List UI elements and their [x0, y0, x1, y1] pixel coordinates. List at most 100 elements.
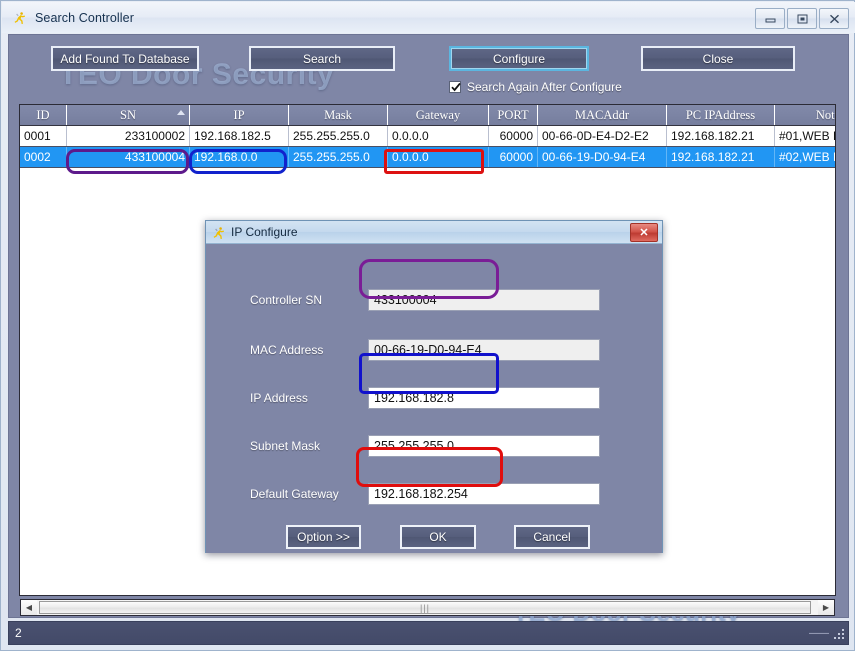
cell-ip: 192.168.0.0: [189, 146, 289, 168]
controller-sn-field[interactable]: 433100004: [368, 289, 600, 311]
cell-empty: [667, 168, 775, 189]
dialog-close-button[interactable]: ✕: [630, 222, 658, 242]
cell-empty: [190, 189, 289, 210]
cell-empty: [190, 168, 289, 189]
chevron-left-icon[interactable]: ◀: [21, 600, 37, 615]
ip-configure-dialog: IP Configure ✕ Controller SN 433100004 M…: [205, 220, 663, 553]
column-header-mask[interactable]: Mask: [288, 105, 388, 126]
search-controller-window: Search Controller TEO Door Security TEO …: [0, 0, 855, 651]
cell-empty: [67, 483, 190, 504]
column-header-port[interactable]: PORT: [488, 105, 538, 126]
scrollbar-track[interactable]: |||: [37, 600, 818, 615]
column-header-label: ID: [36, 107, 50, 122]
column-header-gw[interactable]: Gateway: [387, 105, 489, 126]
cell-mac: 00-66-0D-E4-D2-E2: [537, 125, 667, 147]
controller-sn-label: Controller SN: [250, 293, 323, 307]
cell-empty: [67, 294, 190, 315]
cell-gw: 0.0.0.0: [387, 125, 489, 147]
column-header-sn[interactable]: SN: [66, 105, 190, 126]
status-right: ——: [809, 627, 844, 639]
column-header-note[interactable]: Note: [774, 105, 835, 126]
scrollbar-thumb[interactable]: |||: [39, 601, 811, 614]
cell-empty: [388, 189, 489, 210]
checkbox-box[interactable]: [449, 81, 461, 93]
close-button[interactable]: [819, 8, 849, 29]
status-bar: 2 ——: [8, 621, 849, 645]
ip-address-field[interactable]: 192.168.182.8: [368, 387, 600, 409]
table-row[interactable]: 0001 233100002 192.168.182.5 255.255.255.0 0…: [20, 125, 835, 147]
cell-empty: [775, 420, 836, 441]
ip-address-label: IP Address: [250, 391, 308, 405]
cell-empty: [67, 504, 190, 525]
minimize-button[interactable]: [755, 8, 785, 29]
cell-empty: [538, 168, 667, 189]
cell-empty: [775, 210, 836, 231]
cell-mac: 00-66-19-D0-94-E4: [537, 146, 667, 168]
runner-icon: [211, 225, 225, 239]
cancel-button[interactable]: Cancel: [514, 525, 590, 549]
add-found-to-database-button[interactable]: Add Found To Database: [51, 46, 199, 71]
cell-empty: [67, 336, 190, 357]
cell-empty: [667, 294, 775, 315]
cell-empty: [20, 168, 67, 189]
cell-empty: [67, 168, 190, 189]
dialog-titlebar: IP Configure ✕: [206, 221, 662, 244]
cell-empty: [667, 462, 775, 483]
search-button[interactable]: Search: [249, 46, 395, 71]
window-title: Search Controller: [35, 10, 134, 25]
configure-button[interactable]: Configure: [449, 46, 589, 71]
field-row-controller-sn: Controller SN 433100004: [206, 288, 664, 312]
cell-empty: [667, 525, 775, 546]
resize-grip-icon[interactable]: [832, 627, 844, 639]
cell-empty: [667, 315, 775, 336]
maximize-button[interactable]: [787, 8, 817, 29]
option-button[interactable]: Option >>: [286, 525, 361, 549]
cell-pcip: 192.168.182.21: [666, 146, 775, 168]
column-header-id[interactable]: ID: [20, 105, 67, 126]
subnet-mask-field[interactable]: 255.255.255.0: [368, 435, 600, 457]
cell-pcip: 192.168.182.21: [666, 125, 775, 147]
search-again-after-configure-checkbox[interactable]: Search Again After Configure: [449, 80, 622, 94]
cell-empty: [775, 378, 836, 399]
cell-id: 0002: [20, 146, 67, 168]
column-header-label: IP: [233, 107, 245, 122]
cell-empty: [775, 357, 836, 378]
field-row-ip-address: IP Address 192.168.182.8: [206, 386, 664, 410]
cell-empty: [775, 336, 836, 357]
cell-empty: [667, 504, 775, 525]
sort-ascending-icon: [177, 110, 185, 115]
cell-empty: [775, 315, 836, 336]
mac-address-field[interactable]: 00-66-19-D0-94-E4: [368, 339, 600, 361]
ok-button[interactable]: OK: [400, 525, 476, 549]
column-header-label: Mask: [324, 107, 352, 122]
cell-empty: [775, 462, 836, 483]
table-row-empty: [20, 168, 835, 189]
column-header-pcip[interactable]: PC IPAddress: [666, 105, 775, 126]
cell-empty: [20, 399, 67, 420]
mac-address-label: MAC Address: [250, 343, 324, 357]
default-gateway-field[interactable]: 192.168.182.254: [368, 483, 600, 505]
cell-empty: [667, 357, 775, 378]
cell-empty: [20, 441, 67, 462]
chevron-right-icon[interactable]: ▶: [818, 600, 834, 615]
cell-empty: [667, 189, 775, 210]
cell-empty: [67, 357, 190, 378]
field-row-subnet-mask: Subnet Mask 255.255.255.0: [206, 434, 664, 458]
column-header-mac[interactable]: MACAddr: [537, 105, 667, 126]
table-header: ID SN IP Mask Gateway PORT MACAddr PC IPAddress…: [20, 105, 835, 126]
column-header-ip[interactable]: IP: [189, 105, 289, 126]
cell-empty: [775, 441, 836, 462]
cell-empty: [667, 378, 775, 399]
cell-empty: [775, 294, 836, 315]
subnet-mask-label: Subnet Mask: [250, 439, 321, 453]
cell-sn: 233100002: [66, 125, 190, 147]
cell-empty: [667, 210, 775, 231]
cell-empty: [20, 462, 67, 483]
table-row[interactable]: 0002 433100004 192.168.0.0 255.255.255.0 0.0…: [20, 146, 835, 168]
column-header-label: PC IPAddress: [685, 107, 756, 122]
close-window-button[interactable]: Close: [641, 46, 795, 71]
cell-empty: [775, 483, 836, 504]
horizontal-scrollbar[interactable]: ◀ ||| ▶: [20, 599, 835, 616]
cell-empty: [67, 273, 190, 294]
cell-empty: [775, 525, 836, 546]
